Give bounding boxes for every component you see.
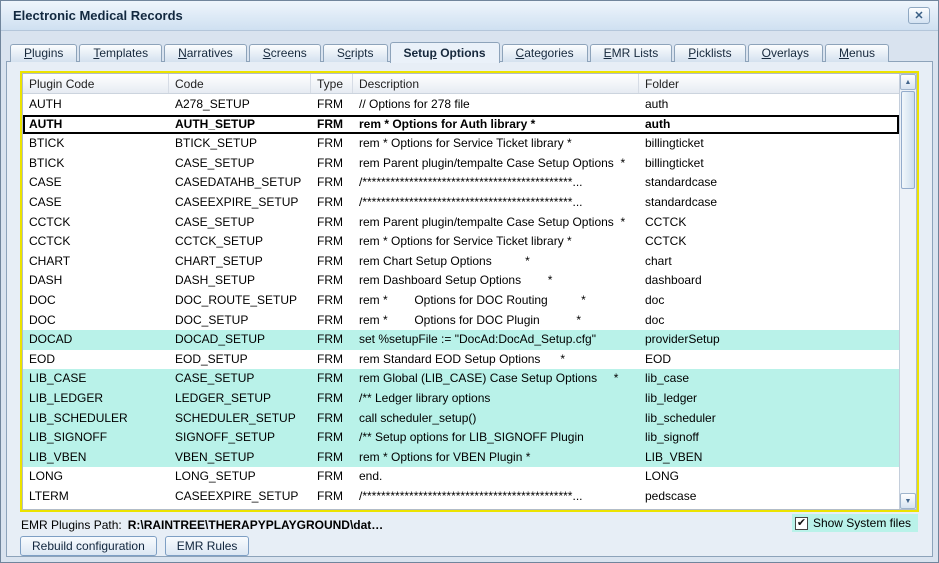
check-icon: ✔ xyxy=(796,516,807,529)
column-header-plugin-code[interactable]: Plugin Code xyxy=(23,74,169,93)
column-header-folder[interactable]: Folder xyxy=(639,74,899,93)
table-row[interactable]: CASE CASEEXPIRE_SETUP FRM/****************… xyxy=(23,192,899,213)
table-row[interactable]: LIB_VBEN VBEN_SETUP FRM rem * Options for V… xyxy=(23,447,899,468)
table-row[interactable]: DASH DASH_SETUP FRM rem Dashboard Setup Opt… xyxy=(23,271,899,291)
scroll-up-icon[interactable]: ▲ xyxy=(900,74,916,90)
column-header-type[interactable]: Type xyxy=(311,74,353,93)
emr-plugins-path: EMR Plugins Path: R:\RAINTREE\THERAPYPLAY… xyxy=(21,518,383,532)
tab-overlays[interactable]: Overlays xyxy=(747,44,823,62)
emr-rules-button[interactable]: EMR Rules xyxy=(164,536,250,556)
table-row[interactable]: BTICK CASE_SETUP FRM rem Parent plugin/temp… xyxy=(23,153,899,174)
table-row[interactable]: LIB_SCHEDULER SCHEDULER_SETUP FRM call sche… xyxy=(23,408,899,429)
table-row[interactable]: AUTH A278_SETUP FRM// Options for 278 file… xyxy=(23,95,899,115)
table-row[interactable]: LIB_LEDGER LEDGER_SETUP FRM/** Ledger libr… xyxy=(23,388,899,409)
table-row[interactable]: AUTH AUTH_SETUP FRM rem * Options for Auth … xyxy=(23,114,899,135)
scrollbar-thumb[interactable] xyxy=(901,91,915,189)
vertical-scrollbar[interactable]: ▲ ▼ xyxy=(899,74,916,509)
table-row[interactable]: CCTCK CCTCK_SETUP FRM rem * Options for Ser… xyxy=(23,232,899,252)
column-header-description[interactable]: Description xyxy=(353,74,639,93)
tab-scripts[interactable]: Scripts xyxy=(322,44,388,62)
table-row[interactable]: LIB_CASE CASE_SETUP FRM rem Global (LIB_CAS… xyxy=(23,369,899,389)
table-row[interactable]: LIB_SIGNOFF SIGNOFF_SETUP FRM/** Setup opt… xyxy=(23,428,899,448)
show-system-files-checkbox[interactable]: ✔ xyxy=(794,516,808,530)
tab-templates[interactable]: Templates xyxy=(79,44,163,62)
tab-narratives[interactable]: Narratives xyxy=(164,44,247,62)
scroll-down-icon[interactable]: ▼ xyxy=(900,493,916,509)
plugins-table: Plugin Code Code Type Description Folder AUT… xyxy=(20,71,919,512)
tab-categories[interactable]: Categories xyxy=(501,44,588,62)
table-row[interactable]: DOCAD DOCAD_SETUP FRM set %setupFile := "Do… xyxy=(23,330,899,350)
rebuild-configuration-button[interactable]: Rebuild configuration xyxy=(20,536,157,556)
table-body: AUTH A278_SETUP FRM// Options for 278 file… xyxy=(23,95,899,509)
tab-emr-lists[interactable]: EMR Lists xyxy=(589,44,673,62)
footer-buttons: Rebuild configuration EMR Rules xyxy=(20,536,250,556)
close-icon[interactable]: ✕ xyxy=(908,7,930,24)
tab-setup-options[interactable]: Setup Options xyxy=(389,42,500,63)
path-value: R:\RAINTREE\THERAPYPLAYGROUND\dat… xyxy=(127,518,384,532)
table-row[interactable]: LONG LONG_SETUP FRM end. LONG xyxy=(23,467,899,487)
show-system-files-label: Show System files xyxy=(812,516,911,530)
table-row[interactable]: CASE CASEDATAHB_SETUP FRM/****************… xyxy=(23,173,899,193)
table-row[interactable]: EOD EOD_SETUP FRM rem Standard EOD Setup Op… xyxy=(23,349,899,370)
table-row[interactable]: CCTCK CASE_SETUP FRM rem Parent plugin/temp… xyxy=(23,212,899,233)
tab-menus[interactable]: Menus xyxy=(824,44,890,62)
tab-picklists[interactable]: Picklists xyxy=(674,44,746,62)
column-header-code[interactable]: Code xyxy=(169,74,311,93)
table-row[interactable]: DOC DOC_ROUTE_SETUP FRM rem * Options for D… xyxy=(23,290,899,311)
table-header: Plugin Code Code Type Description Folder xyxy=(23,74,899,94)
title-bar: Electronic Medical Records ✕ xyxy=(1,1,938,31)
table-row[interactable]: CHART CHART_SETUP FRM rem Chart Setup Optio… xyxy=(23,251,899,272)
table-row[interactable]: BTICK BTICK_SETUP FRM rem * Options for Ser… xyxy=(23,134,899,154)
window-title: Electronic Medical Records xyxy=(13,8,183,23)
path-label: EMR Plugins Path: xyxy=(21,518,122,532)
tab-strip: Plugins Templates Narratives Screens Scripts… xyxy=(10,41,890,63)
emr-window: Electronic Medical Records ✕ Plugins Temp… xyxy=(0,0,939,563)
show-system-files-control[interactable]: ✔ Show System files xyxy=(791,514,918,532)
table-row[interactable]: DOC DOC_SETUP FRM rem * Options for DOC Plu… xyxy=(23,310,899,331)
tab-screens[interactable]: Screens xyxy=(248,44,321,62)
setup-options-panel: Plugin Code Code Type Description Folder AUT… xyxy=(6,61,933,557)
tab-plugins[interactable]: Plugins xyxy=(10,44,78,62)
table-row[interactable]: LTERM CASEEXPIRE_SETUP FRM/***************… xyxy=(23,486,899,507)
